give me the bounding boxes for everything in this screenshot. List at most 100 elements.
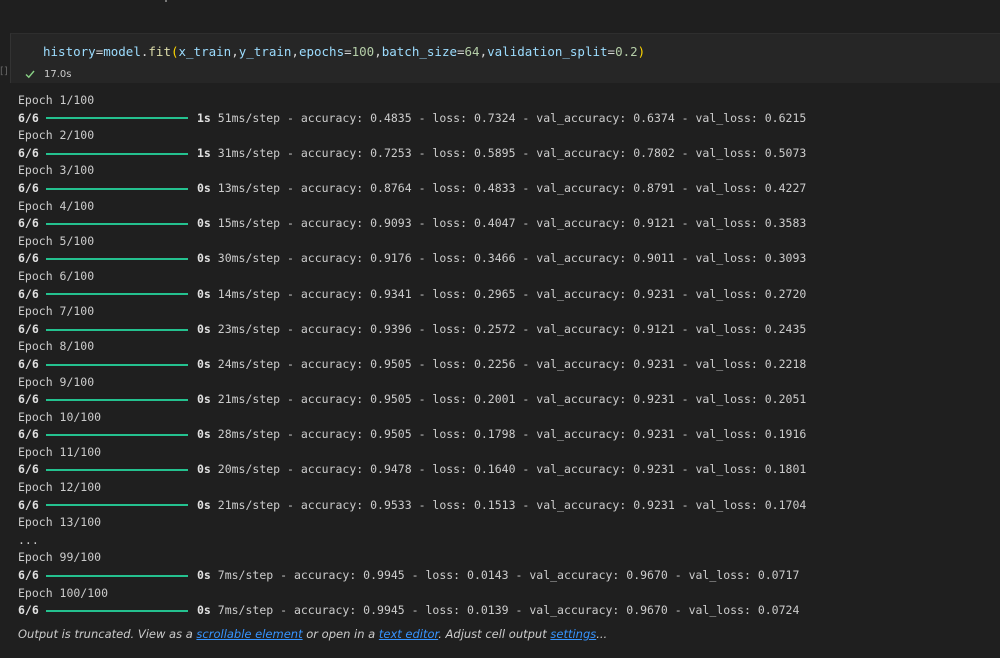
progress-bar (46, 152, 188, 155)
metrics-text: 23ms/step - accuracy: 0.9396 - loss: 0.2… (210, 321, 807, 336)
code-token: fit (148, 44, 171, 59)
epoch-line: Epoch 11/100 (18, 444, 102, 459)
check-icon (24, 68, 36, 80)
step-line: 6/6 0s 21ms/step - accuracy: 0.9505 - los… (18, 391, 988, 409)
epoch-line: Epoch 99/100 (18, 550, 102, 565)
metrics-text: 30ms/step - accuracy: 0.9176 - loss: 0.3… (210, 251, 807, 266)
progress-bar (46, 434, 188, 437)
code-token: y_train (238, 44, 292, 59)
epoch-time: 1s (197, 145, 211, 160)
code-token: epochs (298, 44, 345, 59)
metrics-text: 28ms/step - accuracy: 0.9505 - loss: 0.1… (210, 427, 807, 442)
metrics-text: 24ms/step - accuracy: 0.9505 - loss: 0.2… (210, 356, 807, 371)
step-count: 6/6 (18, 497, 39, 512)
progress-bar (46, 363, 188, 366)
metrics-text: 7ms/step - accuracy: 0.9945 - loss: 0.01… (210, 568, 800, 583)
code-token: = (457, 44, 465, 59)
scrollable-element-link[interactable]: scrollable element (196, 627, 302, 641)
epoch-time: 0s (197, 603, 211, 618)
step-count: 6/6 (18, 180, 39, 195)
epoch-line: Epoch 3/100 (18, 163, 95, 178)
metrics-text: 21ms/step - accuracy: 0.9505 - loss: 0.2… (210, 392, 807, 407)
step-count: 6/6 (18, 603, 39, 618)
epoch-time: 0s (197, 497, 211, 512)
progress-bar (46, 504, 188, 507)
step-line: 6/6 0s 15ms/step - accuracy: 0.9093 - los… (18, 215, 988, 233)
code-cell[interactable]: history=model.fit(x_train,y_train,epochs… (10, 33, 1000, 83)
metrics-text: 15ms/step - accuracy: 0.9093 - loss: 0.4… (210, 216, 807, 231)
progress-bar (46, 574, 188, 577)
code-token: , (479, 44, 488, 59)
step-count: 6/6 (18, 145, 39, 160)
epoch-time: 0s (197, 286, 211, 301)
step-count: 6/6 (18, 392, 39, 407)
step-line: 6/6 0s 24ms/step - accuracy: 0.9505 - los… (18, 356, 988, 374)
code-token: 0.2 (615, 44, 638, 59)
metrics-text: 20ms/step - accuracy: 0.9478 - loss: 0.1… (210, 462, 807, 477)
code-token: ) (637, 44, 646, 59)
code-token: , (291, 44, 299, 59)
metrics-text: 7ms/step - accuracy: 0.9945 - loss: 0.01… (210, 603, 800, 618)
epoch-line: Epoch 7/100 (18, 304, 95, 319)
epoch-line: Epoch 1/100 (18, 93, 95, 107)
code-token: history (43, 44, 96, 59)
epoch-line: Epoch 10/100 (18, 409, 102, 424)
execution-status: 17.0s (24, 66, 71, 82)
cell-output-marker: [] (0, 66, 8, 77)
epoch-time: 0s (197, 180, 211, 195)
code-editor-line[interactable]: history=model.fit(x_train,y_train,epochs… (43, 44, 645, 59)
notice-text: Output is truncated. View as a (18, 627, 197, 641)
code-token: = (607, 44, 616, 59)
progress-bar (46, 398, 188, 401)
metrics-text: 21ms/step - accuracy: 0.9533 - loss: 0.1… (210, 497, 807, 512)
epoch-line: Epoch 12/100 (18, 480, 102, 495)
step-line: 6/6 0s 28ms/step - accuracy: 0.9505 - los… (18, 426, 988, 444)
code-token: , (231, 44, 239, 59)
step-line: 6/6 0s 14ms/step - accuracy: 0.9341 - los… (18, 286, 988, 304)
epoch-time: 0s (197, 568, 211, 583)
step-line: 6/6 1s 51ms/step - accuracy: 0.4835 - los… (18, 110, 988, 128)
progress-bar (46, 328, 188, 331)
code-token: validation_split (487, 44, 608, 59)
progress-bar (46, 469, 188, 472)
text-editor-link[interactable]: text editor (379, 627, 438, 641)
step-count: 6/6 (18, 251, 39, 266)
code-token: x_train (178, 44, 232, 59)
metrics-text: 51ms/step - accuracy: 0.4835 - loss: 0.7… (210, 110, 807, 125)
code-token: model (103, 44, 141, 59)
progress-bar (46, 610, 188, 613)
execution-time: 17.0s (44, 68, 72, 80)
epoch-time: 0s (197, 321, 211, 336)
step-line: 6/6 0s 13ms/step - accuracy: 0.8764 - los… (18, 180, 988, 198)
step-count: 6/6 (18, 568, 39, 583)
code-token: batch_size (381, 44, 457, 59)
metrics-text: 31ms/step - accuracy: 0.7253 - loss: 0.5… (210, 145, 807, 160)
metrics-text: 14ms/step - accuracy: 0.9341 - loss: 0.2… (210, 286, 807, 301)
epoch-line: Epoch 9/100 (18, 374, 95, 389)
epoch-time: 0s (197, 427, 211, 442)
code-token: 100 (351, 44, 375, 59)
progress-bar (46, 117, 188, 120)
epoch-time: 0s (197, 251, 211, 266)
truncation-notice: Output is truncated. View as a scrollabl… (18, 627, 607, 641)
cell-output: Epoch 1/100 6/6 1s 51ms/step - accuracy: 0… (18, 92, 988, 620)
step-line: 6/6 0s 7ms/step - accuracy: 0.9945 - loss… (18, 567, 988, 585)
epoch-line: Epoch 100/100 (18, 585, 109, 600)
epoch-line: Epoch 6/100 (18, 268, 95, 283)
step-count: 6/6 (18, 286, 39, 301)
epoch-time: 0s (197, 462, 211, 477)
metrics-text: 13ms/step - accuracy: 0.8764 - loss: 0.4… (210, 180, 807, 195)
epoch-time: 0s (197, 392, 211, 407)
epoch-line: ... (18, 532, 39, 547)
code-token: = (344, 44, 352, 59)
step-line: 6/6 1s 31ms/step - accuracy: 0.7253 - los… (18, 145, 988, 163)
progress-bar (46, 187, 188, 190)
code-token: 64 (464, 44, 480, 59)
step-count: 6/6 (18, 356, 39, 371)
settings-link[interactable]: settings (550, 627, 596, 641)
epoch-line: Epoch 2/100 (18, 128, 95, 143)
step-line: 6/6 0s 30ms/step - accuracy: 0.9176 - los… (18, 250, 988, 268)
epoch-line: Epoch 5/100 (18, 233, 95, 248)
progress-bar (46, 222, 188, 225)
epoch-time: 0s (197, 356, 211, 371)
